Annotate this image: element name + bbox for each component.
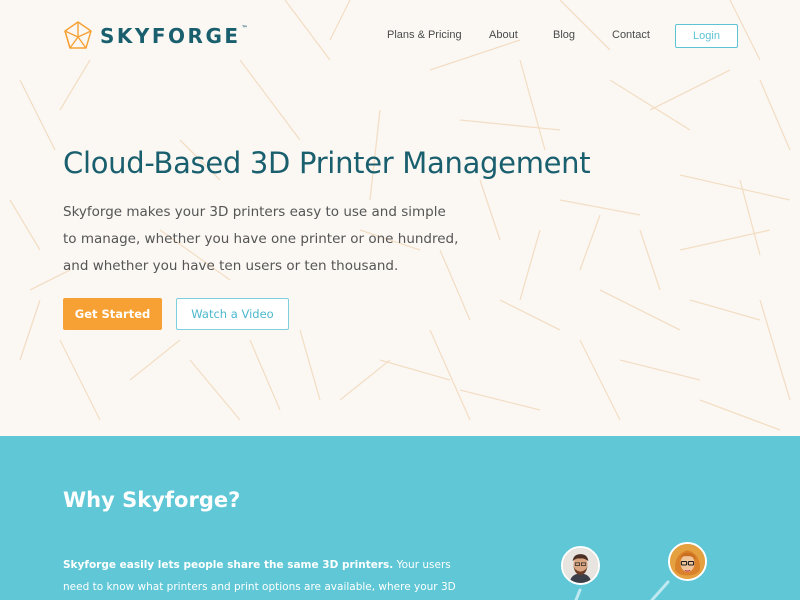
login-button[interactable]: Login	[675, 24, 738, 48]
brand-name: SKYFORGE	[100, 24, 241, 48]
watch-video-button[interactable]: Watch a Video	[176, 298, 289, 330]
user-avatar-man	[561, 546, 600, 585]
section-description-lead: Skyforge easily lets people share the sa…	[63, 559, 394, 571]
section-title: Why Skyforge?	[63, 488, 241, 512]
user-avatar-woman	[668, 542, 707, 581]
brand-logo[interactable]: SKYFORGE ™	[62, 20, 248, 52]
nav-link-plans-pricing[interactable]: Plans & Pricing	[387, 29, 462, 41]
get-started-button[interactable]: Get Started	[63, 298, 162, 330]
hero-description: Skyforge makes your 3D printers easy to …	[63, 204, 459, 274]
top-navigation: SKYFORGE ™ Plans & Pricing About Blog Co…	[0, 0, 800, 72]
geodesic-star-icon	[64, 21, 92, 49]
trademark-symbol: ™	[241, 24, 248, 32]
why-skyforge-section: Why Skyforge? Skyforge easily lets peopl…	[0, 436, 800, 600]
hero-headline: Cloud-Based 3D Printer Management	[63, 146, 591, 180]
section-description: Skyforge easily lets people share the sa…	[63, 554, 463, 600]
nav-link-about[interactable]: About	[489, 29, 518, 41]
nav-link-contact[interactable]: Contact	[612, 29, 650, 41]
nav-link-blog[interactable]: Blog	[553, 29, 575, 41]
